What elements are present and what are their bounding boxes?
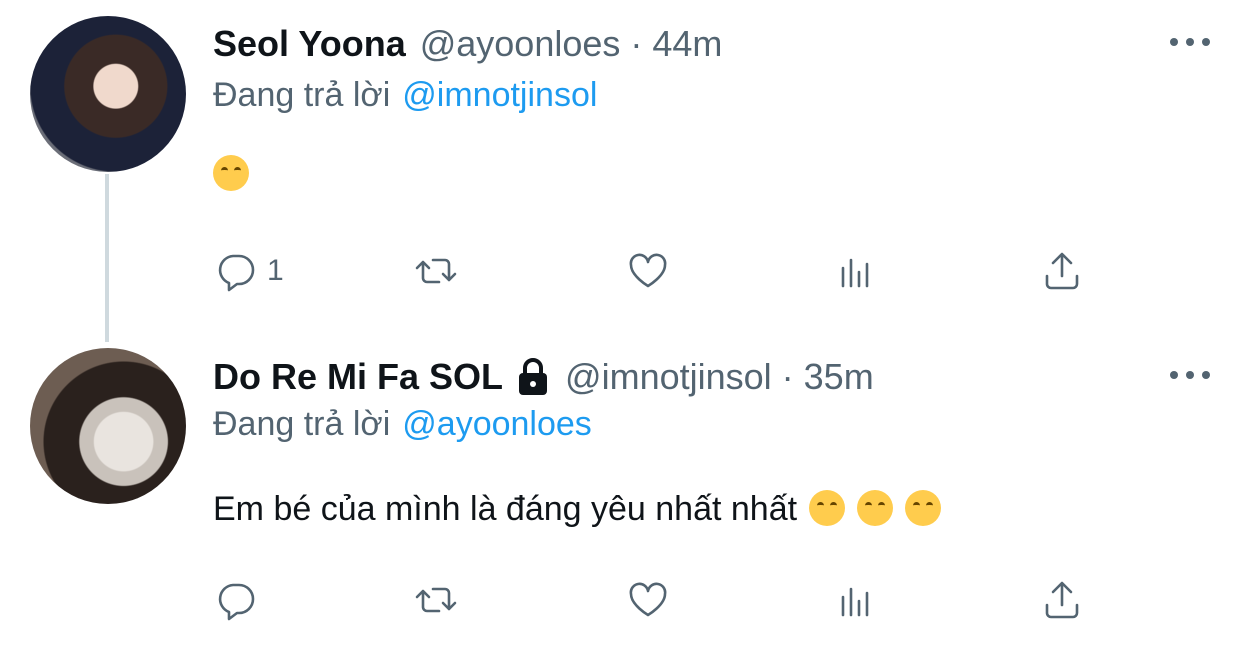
kissing-face-emoji [857,490,894,526]
reply-icon [218,254,255,292]
tweet[interactable]: Do Re Mi Fa SOL @imnotjinsol · 35m Đang … [0,325,1242,647]
reply-button[interactable]: 1 [213,248,284,294]
reply-count: 1 [267,254,284,287]
share-button[interactable] [1039,248,1085,294]
retweet-button[interactable] [413,248,459,294]
retweet-icon [415,587,457,613]
tweet-header: Do Re Mi Fa SOL @imnotjinsol · 35m [213,355,874,399]
tweet-text: Em bé của mình là đáng yêu nhất nhất [213,490,942,529]
replying-to-label: Đang trả lời [213,76,391,114]
analytics-button[interactable] [833,248,879,294]
tweet-actions: 1 [213,248,1093,294]
analytics-icon [841,587,869,617]
smirking-face-emoji [213,155,249,191]
separator-dot: · [781,356,794,397]
like-button[interactable] [625,577,671,623]
reply-button[interactable] [213,577,267,623]
retweet-icon [415,258,457,284]
tweet-text-content: Em bé của mình là đáng yêu nhất nhất [213,490,798,528]
timestamp[interactable]: 44m [652,23,722,65]
avatar[interactable] [30,16,186,172]
retweet-button[interactable] [413,577,459,623]
tweet-text [213,155,249,194]
kissing-face-closed-eyes-emoji [905,490,942,526]
replying-to: Đang trả lời @imnotjinsol [213,76,597,115]
more-icon[interactable] [1170,32,1210,52]
replying-to-label: Đang trả lời [213,405,391,443]
tweet-actions [213,577,1093,623]
replying-to: Đang trả lời @ayoonloes [213,405,592,444]
like-button[interactable] [625,248,671,294]
replying-to-handle-link[interactable]: @ayoonloes [402,405,592,443]
tweet-header: Seol Yoona @ayoonloes · 44m [213,22,722,66]
heart-icon [629,582,667,617]
display-name[interactable]: Seol Yoona [213,23,406,65]
share-button[interactable] [1039,577,1085,623]
smiling-face-with-hearts-emoji [809,490,846,526]
analytics-icon [841,258,869,288]
reply-icon [218,583,255,621]
heart-icon [629,253,667,288]
timestamp[interactable]: 35m [804,356,874,398]
avatar[interactable] [30,348,186,504]
analytics-button[interactable] [833,577,879,623]
tweet[interactable]: Seol Yoona @ayoonloes · 44m Đang trả lời… [0,0,1242,325]
display-name[interactable]: Do Re Mi Fa SOL [213,356,503,398]
more-icon[interactable] [1170,365,1210,385]
user-handle[interactable]: @imnotjinsol [565,356,772,398]
share-icon [1045,252,1079,290]
replying-to-handle-link[interactable]: @imnotjinsol [402,76,597,114]
separator-dot: · [630,23,643,64]
user-handle[interactable]: @ayoonloes [420,23,621,65]
lock-icon [515,357,551,397]
share-icon [1045,581,1079,619]
